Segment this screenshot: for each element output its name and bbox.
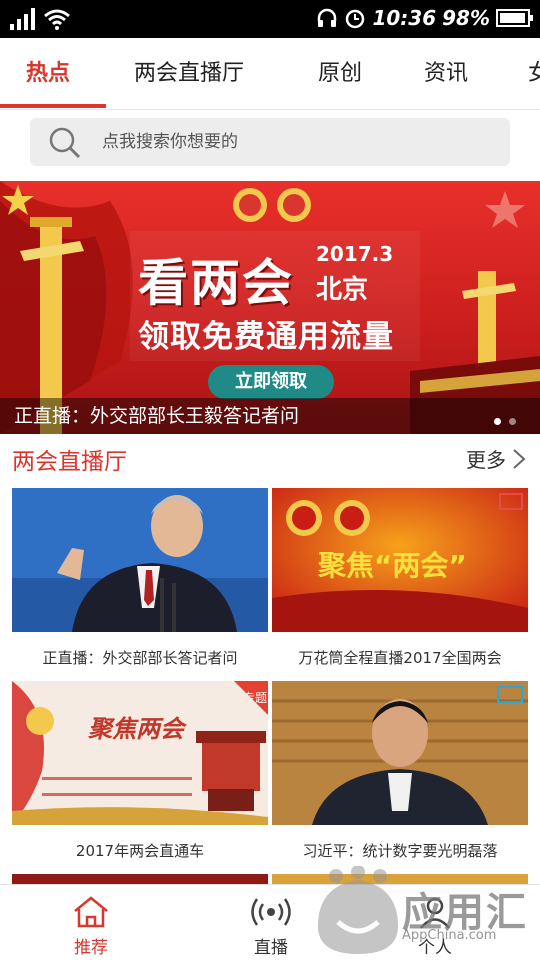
search-bar[interactable]: 点我搜索你想要的: [30, 118, 510, 166]
more-link[interactable]: 更多: [466, 444, 506, 473]
tab-hot[interactable]: 热点: [26, 38, 70, 109]
search-placeholder: 点我搜索你想要的: [102, 132, 238, 152]
battery-percent: 98%: [442, 6, 490, 30]
nav-recommend[interactable]: 推荐: [36, 885, 146, 960]
carousel-dot[interactable]: [509, 418, 516, 425]
banner-subtitle: 领取免费通用流量: [138, 319, 394, 355]
card-image-text: 聚焦两会: [88, 715, 184, 743]
tab-news[interactable]: 资讯: [424, 38, 468, 109]
signal-icon: [10, 8, 35, 30]
category-tabs: 热点 两会直播厅 原创 资讯 女: [0, 38, 540, 110]
card-caption: 万花筒全程直播2017全国两会: [298, 649, 502, 667]
watermark-domain: AppChina.com: [402, 928, 497, 943]
nav-live[interactable]: 直播: [216, 885, 326, 960]
headphones-icon: [318, 8, 337, 27]
wifi-icon: [44, 9, 70, 30]
banner-title: 看两会: [138, 254, 294, 312]
partial-card[interactable]: [12, 874, 268, 884]
claim-button[interactable]: 立即领取: [208, 365, 334, 399]
card-caption: 2017年两会直通车: [75, 842, 205, 860]
tab-lianghui-live[interactable]: 两会直播厅: [134, 38, 244, 109]
tab-original[interactable]: 原创: [318, 38, 362, 109]
tab-women[interactable]: 女: [528, 38, 540, 109]
card-thumbnail: [272, 681, 528, 825]
chevron-right-icon[interactable]: [512, 448, 526, 470]
card-thumbnail: [12, 488, 268, 632]
clock-time: 10:36: [372, 6, 437, 30]
search-icon: [49, 127, 81, 159]
card-caption: 习近平：统计数字要光明磊落: [302, 842, 498, 860]
nav-label: 推荐: [74, 938, 108, 958]
broadcast-icon: [251, 898, 291, 926]
card-image-text: 聚焦“两会”: [318, 549, 467, 582]
section-title: 两会直播厅: [12, 449, 127, 475]
tab-active-indicator: [0, 104, 106, 108]
banner-caption[interactable]: 正直播：外交部部长王毅答记者问: [0, 398, 540, 434]
card-thumbnail: [12, 681, 268, 825]
carousel-dot-active[interactable]: [494, 418, 501, 425]
status-bar: 10:36 98%: [0, 0, 540, 38]
nav-label: 直播: [254, 938, 288, 958]
alarm-icon: [346, 9, 365, 29]
home-icon: [74, 896, 108, 928]
promo-banner[interactable]: 看两会 2017.3 北京 领取免费通用流量 立即领取: [0, 181, 540, 434]
battery-icon: [496, 9, 533, 27]
card-caption: 正直播：外交部部长答记者问: [42, 649, 238, 667]
banner-city: 北京: [316, 275, 369, 305]
section-header: 两会直播厅 更多: [0, 434, 540, 484]
banner-year: 2017.3: [316, 242, 394, 266]
